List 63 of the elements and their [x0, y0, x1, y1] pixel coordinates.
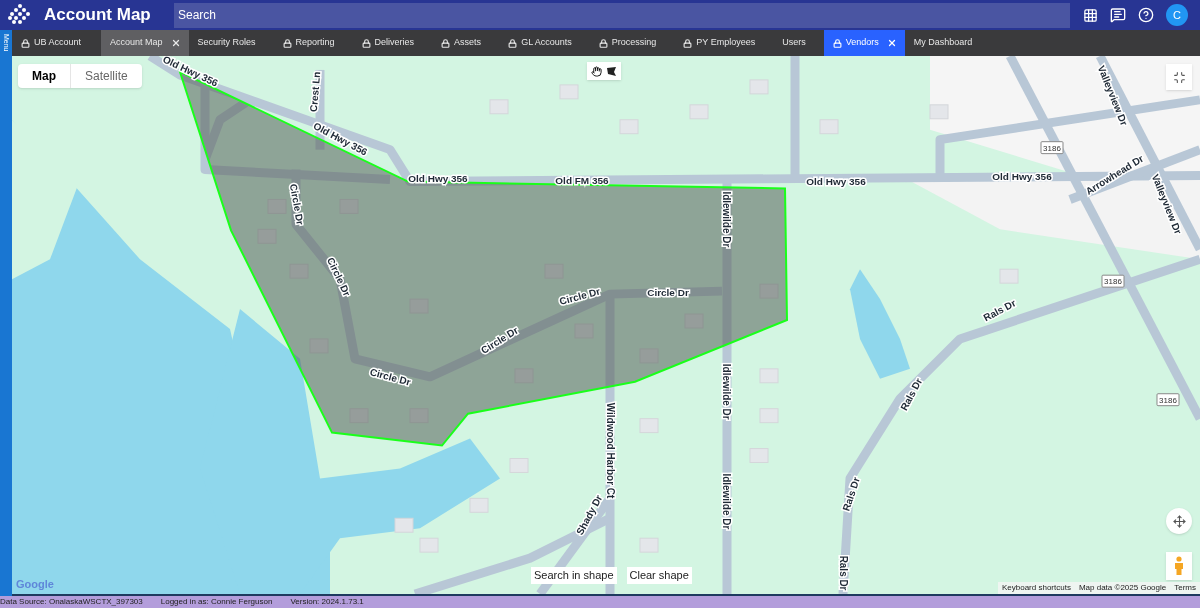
- road-label: Circle Dr: [368, 366, 412, 388]
- road-label: Idlewilde Dr: [721, 363, 733, 420]
- tab[interactable]: My Dashboard: [904, 30, 991, 56]
- shape-button[interactable]: Clear shape: [626, 567, 692, 584]
- map-type-button[interactable]: Map: [18, 64, 70, 88]
- road-label: Rals Dr: [898, 376, 925, 413]
- tab[interactable]: Processing: [589, 30, 675, 56]
- tab[interactable]: Users: [773, 30, 824, 56]
- tab[interactable]: UB Account: [12, 30, 101, 56]
- tab[interactable]: Vendors: [823, 30, 905, 56]
- tab[interactable]: Security Roles: [188, 30, 274, 56]
- status-text: Version: 2024.1.73.1: [290, 598, 364, 606]
- close-icon[interactable]: [886, 38, 897, 48]
- exit-fullscreen-icon: [1172, 70, 1186, 84]
- road-label: Old Hwy 356: [806, 176, 866, 188]
- logo-icon: [8, 4, 32, 26]
- search-field[interactable]: Search: [174, 2, 1070, 28]
- fullscreen-button[interactable]: [1166, 64, 1192, 90]
- four-arrows-icon: [1172, 514, 1186, 528]
- lock-icon: [282, 38, 292, 48]
- road-label: Idlewilde Dr: [721, 191, 733, 248]
- road-label: Rals Dr: [981, 297, 1018, 324]
- help-icon[interactable]: [1138, 7, 1154, 23]
- tab[interactable]: Deliveries: [352, 30, 433, 56]
- attribution-link[interactable]: Map data ©2025 Google: [1078, 584, 1167, 592]
- chat-icon[interactable]: [1110, 7, 1126, 23]
- lock-icon: [508, 38, 518, 48]
- google-logo: Google: [16, 576, 54, 592]
- lock-icon: [598, 38, 608, 48]
- road-label: Circle Dr: [287, 182, 306, 226]
- app-title: Account Map: [44, 4, 152, 27]
- tab[interactable]: Reporting: [273, 30, 353, 56]
- lock-icon: [832, 38, 842, 48]
- attribution-link[interactable]: Keyboard shortcuts: [1002, 584, 1071, 592]
- road-label: Circle Dr: [558, 285, 602, 307]
- tab[interactable]: Account Map: [101, 30, 189, 56]
- road-label: Old Hwy 356: [311, 120, 370, 158]
- tab[interactable]: GL Accounts: [499, 30, 590, 56]
- road-label: Rals Dr: [838, 555, 850, 591]
- road-label: Circle Dr: [647, 286, 689, 298]
- road-label: Circle Dr: [325, 255, 353, 298]
- road-label: Idlewilde Dr: [721, 473, 733, 530]
- person-icon: [1174, 556, 1184, 576]
- apps-grid-icon[interactable]: [1083, 7, 1098, 23]
- road-label: Rals Dr: [840, 475, 862, 513]
- status-text: Data Source: OnalaskaWSCTX_397303: [0, 598, 143, 606]
- lock-icon: [361, 38, 371, 48]
- lock-icon: [683, 38, 693, 48]
- tab[interactable]: Assets: [432, 30, 500, 56]
- close-icon[interactable]: [170, 38, 181, 48]
- lock-icon: [21, 38, 30, 48]
- road-label: Wildwood Harbor Ct: [605, 402, 617, 499]
- shape-button[interactable]: Search in shape: [531, 567, 617, 584]
- lock-icon: [441, 38, 451, 48]
- tab[interactable]: PY Employees: [674, 30, 774, 56]
- attribution-link[interactable]: Terms: [1174, 584, 1196, 592]
- road-label: Crest Ln: [307, 71, 323, 113]
- hand-icon[interactable]: [591, 65, 602, 77]
- status-text: Logged in as: Connie Ferguson: [160, 598, 273, 606]
- road-label: Old Hwy 356: [161, 56, 220, 89]
- polygon-icon[interactable]: [606, 65, 617, 77]
- road-label: Old Hwy 356: [992, 171, 1052, 183]
- map-type-button[interactable]: Satellite: [70, 64, 142, 88]
